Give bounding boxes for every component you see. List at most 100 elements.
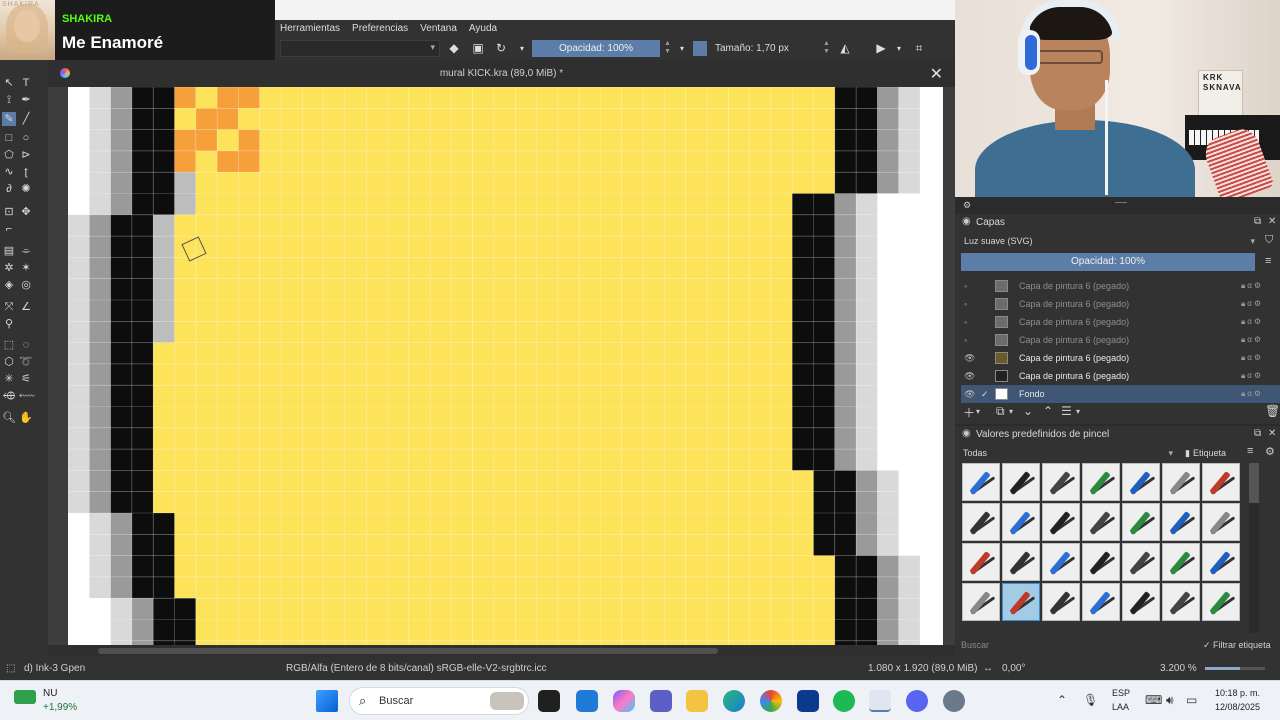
eraser-icon[interactable]: ◆ [445, 40, 463, 57]
krita-icon[interactable] [869, 690, 891, 712]
transform-tool-icon[interactable]: ⊡ [2, 205, 16, 219]
layer-flags-icon[interactable]: 🔒︎α⚙ [1241, 295, 1263, 313]
handle-icon[interactable] [1115, 202, 1127, 203]
polygon-tool-icon[interactable]: ⬠ [2, 148, 16, 162]
close-icon[interactable]: ✕ [1268, 428, 1276, 439]
brush-preset[interactable] [1202, 463, 1240, 501]
float-icon[interactable]: ◉ [962, 216, 971, 227]
eye-icon[interactable]: 👁︎ [964, 367, 978, 385]
tag-button[interactable]: ▮ Etiqueta [1185, 445, 1255, 461]
menu-ventana[interactable]: Ventana [420, 23, 457, 34]
text-tool-icon[interactable]: T [19, 76, 33, 90]
visibility-icon[interactable]: ◦ [964, 313, 978, 331]
chevron-down-icon[interactable]: ▾ [1076, 407, 1080, 416]
edit-shapes-icon[interactable]: ⟟ [2, 93, 16, 107]
settings-icon[interactable] [943, 690, 965, 712]
stock-change[interactable]: +1,99% [43, 702, 77, 713]
brush-preset[interactable] [1002, 463, 1040, 501]
brush-preset[interactable] [1042, 503, 1080, 541]
canvas[interactable] [48, 87, 955, 645]
multibrush-icon[interactable]: ✺ [19, 182, 33, 196]
delete-layer-icon[interactable]: 🗑︎ [1265, 404, 1280, 418]
brush-search-input[interactable]: Buscar [961, 640, 1161, 654]
brush-preset[interactable] [1002, 583, 1040, 621]
brush-preset[interactable] [1042, 583, 1080, 621]
mirror-vertical-icon[interactable]: ▶ [872, 40, 890, 57]
brush-preset[interactable] [962, 583, 1000, 621]
similar-select-icon[interactable]: ⚟ [19, 372, 33, 386]
freehand-brush-icon[interactable]: ✎ [2, 112, 16, 126]
pixel-art[interactable] [68, 87, 943, 645]
copilot-icon[interactable] [613, 690, 635, 712]
line-tool-icon[interactable]: ╱ [19, 112, 33, 126]
fill-tool-icon[interactable]: ✶ [19, 261, 33, 275]
brush-preset[interactable] [1042, 463, 1080, 501]
color-picker-icon[interactable]: ⌯ [19, 244, 33, 258]
maximize-icon[interactable]: ⧉ [1254, 428, 1261, 439]
brush-preset[interactable] [1002, 503, 1040, 541]
view-menu-icon[interactable]: ≡ [1247, 445, 1253, 457]
chevron-down-icon[interactable]: ▾ [513, 40, 531, 57]
dynamic-brush-icon[interactable]: ∂ [2, 182, 16, 196]
ellipse-select-icon[interactable]: ◌ [19, 338, 33, 352]
brush-preset[interactable] [962, 543, 1000, 581]
close-icon[interactable]: ✕ [930, 64, 943, 84]
teams-icon[interactable] [650, 690, 672, 712]
polyline-tool-icon[interactable]: ⊳ [19, 148, 33, 162]
chevron-up-icon[interactable]: ⌃ [1057, 693, 1067, 707]
scrollbar-thumb[interactable] [98, 648, 718, 654]
microphone-icon[interactable]: 🎙︎ [1083, 693, 1098, 707]
bezier-tool-icon[interactable]: ∿ [2, 165, 16, 179]
language-indicator[interactable]: ESP [1112, 688, 1130, 698]
brush-preset[interactable] [1002, 543, 1040, 581]
volume-icon[interactable]: 🔊︎ [1166, 693, 1174, 708]
assistant-tool-icon[interactable]: ⤧ [2, 300, 16, 314]
visibility-icon[interactable]: ◦ [964, 295, 978, 313]
layer-flags-icon[interactable]: 🔒︎α⚙ [1241, 277, 1263, 295]
chevron-down-icon[interactable]: ▾ [890, 40, 908, 57]
layer-flags-icon[interactable]: 🔒︎α⚙ [1241, 367, 1263, 385]
select-shapes-icon[interactable]: ↖ [2, 76, 16, 90]
horizontal-scrollbar[interactable] [48, 645, 955, 657]
rect-select-icon[interactable]: ⬚ [2, 338, 16, 352]
layer-row[interactable]: 👁︎ ✓ Fondo 🔒︎α⚙ [961, 385, 1280, 403]
brush-preset[interactable] [1122, 583, 1160, 621]
layer-flags-icon[interactable]: 🔒︎α⚙ [1241, 313, 1263, 331]
add-layer-icon[interactable]: ＋ [963, 404, 975, 421]
selection-icon[interactable]: ⬚ [6, 663, 15, 674]
menu-herramientas[interactable]: Herramientas [280, 23, 340, 34]
battery-icon[interactable]: ▭ [1186, 693, 1197, 707]
chrome-icon[interactable] [760, 690, 782, 712]
ellipse-tool-icon[interactable]: ○ [19, 131, 33, 145]
pattern-icon[interactable]: ◎ [19, 278, 33, 292]
menu-preferencias[interactable]: Preferencias [352, 23, 408, 34]
brush-preset[interactable] [1162, 463, 1200, 501]
brush-preset[interactable] [1122, 543, 1160, 581]
properties-icon[interactable]: ☰ [1061, 404, 1072, 418]
stock-label[interactable]: NU [43, 688, 57, 699]
rectangle-tool-icon[interactable]: □ [2, 131, 16, 145]
layer-flags-icon[interactable]: 🔒︎α⚙ [1241, 331, 1263, 349]
clock-time[interactable]: 10:18 p. m. [1215, 688, 1260, 698]
zoom-slider[interactable] [1205, 667, 1265, 670]
visibility-icon[interactable]: ◦ [964, 277, 978, 295]
measure-tool-icon[interactable]: ∠ [19, 300, 33, 314]
brush-preset[interactable] [1202, 543, 1240, 581]
brush-preset[interactable] [962, 503, 1000, 541]
brush-preset[interactable] [1122, 463, 1160, 501]
smart-patch-icon[interactable]: ✲ [2, 261, 16, 275]
brush-preset-dropdown[interactable]: ▾ [280, 40, 440, 57]
crop-tool-icon[interactable]: ⌐ [2, 222, 16, 236]
eye-icon[interactable]: 👁︎ [964, 349, 978, 367]
paint-bucket-icon[interactable]: ◈ [2, 278, 16, 292]
crop-icon[interactable]: ⌗ [910, 40, 928, 57]
chevron-down-icon[interactable]: ▾ [1009, 407, 1013, 416]
filter-icon[interactable]: ⛉ [1265, 234, 1273, 247]
gradient-tool-icon[interactable]: ▤ [2, 244, 16, 258]
calligraphy-icon[interactable]: ✒ [19, 93, 33, 107]
layer-row[interactable]: ◦ Capa de pintura 6 (pegado) 🔒︎α⚙ [961, 295, 1280, 313]
taskbar-search[interactable]: ⌕ Buscar [349, 687, 529, 715]
brush-preset[interactable] [1162, 543, 1200, 581]
editor-icon[interactable] [797, 690, 819, 712]
brush-preset[interactable] [1042, 543, 1080, 581]
